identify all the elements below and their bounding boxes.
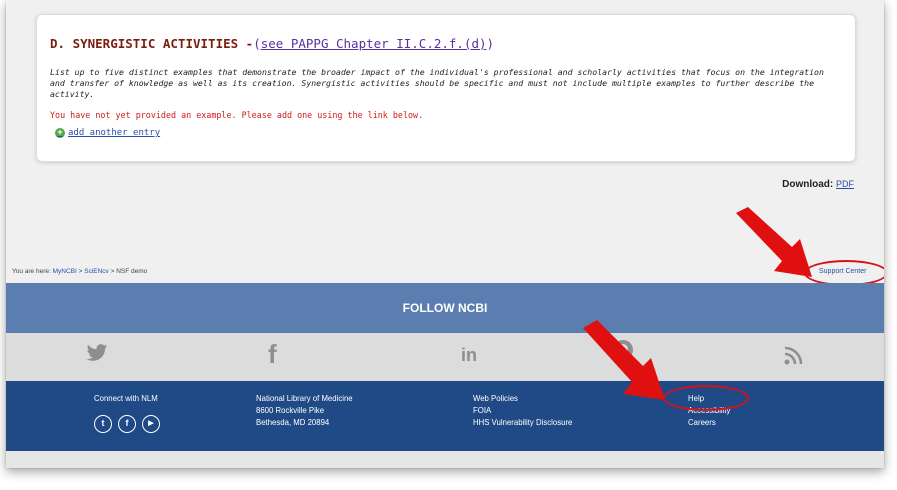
add-plus-icon: +	[55, 128, 65, 138]
description-line: List up to five distinct examples that d…	[50, 67, 824, 77]
open-paren: (	[253, 36, 261, 51]
synergistic-activities-card: D. SYNERGISTIC ACTIVITIES -(see PAPPG Ch…	[36, 14, 856, 162]
nlm-address: National Library of Medicine 8600 Rockvi…	[256, 393, 353, 429]
download-label: Download:	[782, 179, 834, 190]
nlm-facebook-icon[interactable]: f	[118, 415, 136, 433]
social-icons-bar: f in	[6, 333, 884, 381]
section-heading: D. SYNERGISTIC ACTIVITIES	[50, 36, 239, 51]
policies-column: Web Policies FOIA HHS Vulnerability Disc…	[473, 393, 572, 429]
connect-with-nlm: Connect with NLM	[94, 393, 158, 405]
section-title: D. SYNERGISTIC ACTIVITIES -(see PAPPG Ch…	[50, 36, 494, 51]
twitter-icon[interactable]	[86, 343, 108, 369]
ncbi-footer: Connect with NLM t f ▶ National Library …	[6, 381, 884, 451]
address-line: 8600 Rockville Pike	[256, 406, 325, 415]
page-frame: D. SYNERGISTIC ACTIVITIES -(see PAPPG Ch…	[6, 0, 884, 468]
close-paren: )	[486, 36, 495, 51]
description-line: activity.	[50, 89, 95, 99]
breadcrumb-nsf-demo: NSF demo	[116, 268, 148, 275]
section-description: List up to five distinct examples that d…	[50, 67, 830, 100]
address-line: National Library of Medicine	[256, 394, 353, 403]
bottom-strip	[6, 451, 884, 468]
nlm-youtube-icon[interactable]: ▶	[142, 415, 160, 433]
follow-ncbi-title: FOLLOW NCBI	[402, 301, 488, 315]
download-area: Download: PDF	[782, 179, 854, 190]
breadcrumb: You are here: MyNCBI > SciENcv > NSF dem…	[12, 268, 147, 275]
follow-ncbi-bar: FOLLOW NCBI	[6, 283, 884, 333]
rss-icon[interactable]	[784, 345, 804, 371]
add-entry-label: add another entry	[68, 128, 161, 138]
pappg-link[interactable]: see PAPPG Chapter II.C.2.f.(d)	[261, 36, 487, 51]
no-example-warning: You have not yet provided an example. Pl…	[50, 110, 424, 120]
nlm-social-icons: t f ▶	[94, 415, 160, 433]
support-arrow-icon	[736, 207, 812, 277]
breadcrumb-prefix: You are here:	[12, 268, 53, 275]
breadcrumb-sciencv[interactable]: SciENcv	[84, 268, 109, 275]
foia-link[interactable]: FOIA	[473, 405, 572, 417]
help-arrow-icon	[583, 320, 665, 400]
title-dash: -	[238, 36, 254, 51]
description-line: and transfer of knowledge as well as its…	[50, 78, 815, 88]
download-pdf-link[interactable]: PDF	[836, 179, 854, 189]
facebook-icon[interactable]: f	[268, 339, 277, 370]
help-highlight-circle	[663, 385, 749, 411]
address-line: Bethesda, MD 20894	[256, 418, 330, 427]
add-another-entry-link[interactable]: + add another entry	[55, 128, 160, 138]
connect-title: Connect with NLM	[94, 394, 158, 403]
linkedin-icon[interactable]: in	[461, 345, 477, 366]
nlm-twitter-icon[interactable]: t	[94, 415, 112, 433]
web-policies-link[interactable]: Web Policies	[473, 393, 572, 405]
hhs-vulnerability-link[interactable]: HHS Vulnerability Disclosure	[473, 417, 572, 429]
breadcrumb-myncbi[interactable]: MyNCBI	[53, 268, 77, 275]
careers-link[interactable]: Careers	[688, 417, 730, 429]
